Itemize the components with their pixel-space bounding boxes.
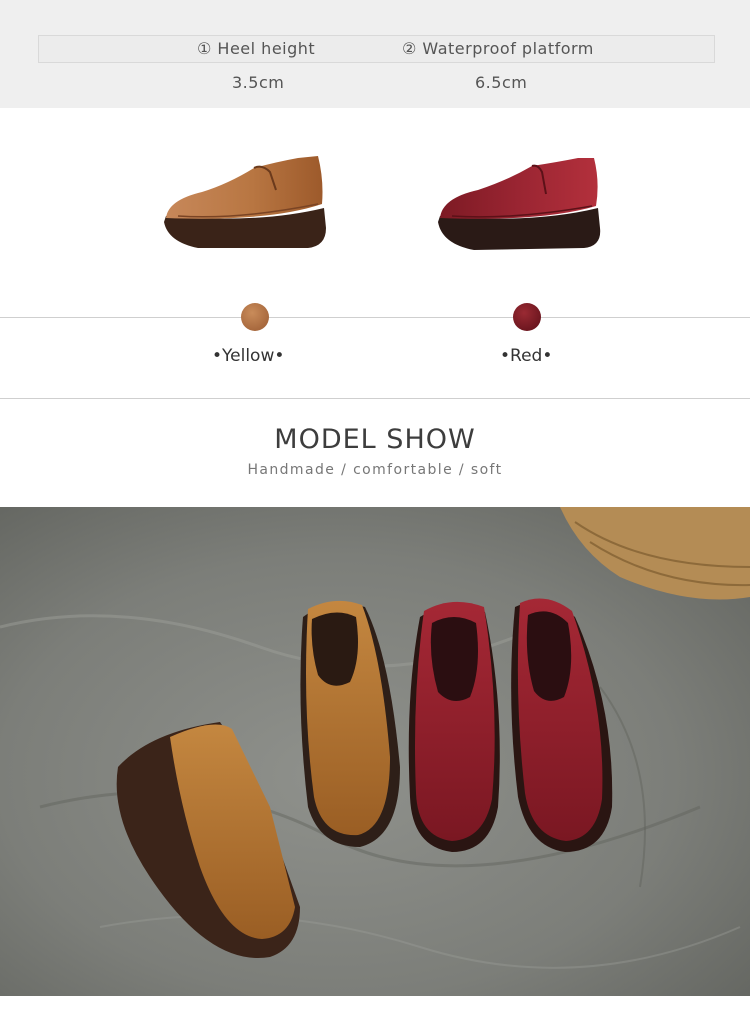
waterproof-platform-label: ② Waterproof platform <box>402 39 594 58</box>
spec-header <box>38 35 715 63</box>
yellow-color-swatch[interactable] <box>241 303 269 331</box>
heel-height-label: ① Heel height <box>197 39 316 58</box>
red-color-label: •Red• <box>500 346 553 366</box>
yellow-platform-shoe-image <box>164 156 326 248</box>
red-platform-shoe-image <box>438 158 601 250</box>
heel-height-value: 3.5cm <box>232 73 285 92</box>
yellow-color-label: •Yellow• <box>212 346 285 366</box>
model-show-subtitle: Handmade / comfortable / soft <box>247 462 503 478</box>
color-divider-bottom <box>0 398 750 399</box>
red-color-swatch[interactable] <box>513 303 541 331</box>
model-show-title: MODEL SHOW <box>274 424 476 455</box>
waterproof-platform-value: 6.5cm <box>475 73 528 92</box>
color-divider-top <box>0 317 750 318</box>
shoes-on-grey-cloth-photo <box>0 507 750 996</box>
